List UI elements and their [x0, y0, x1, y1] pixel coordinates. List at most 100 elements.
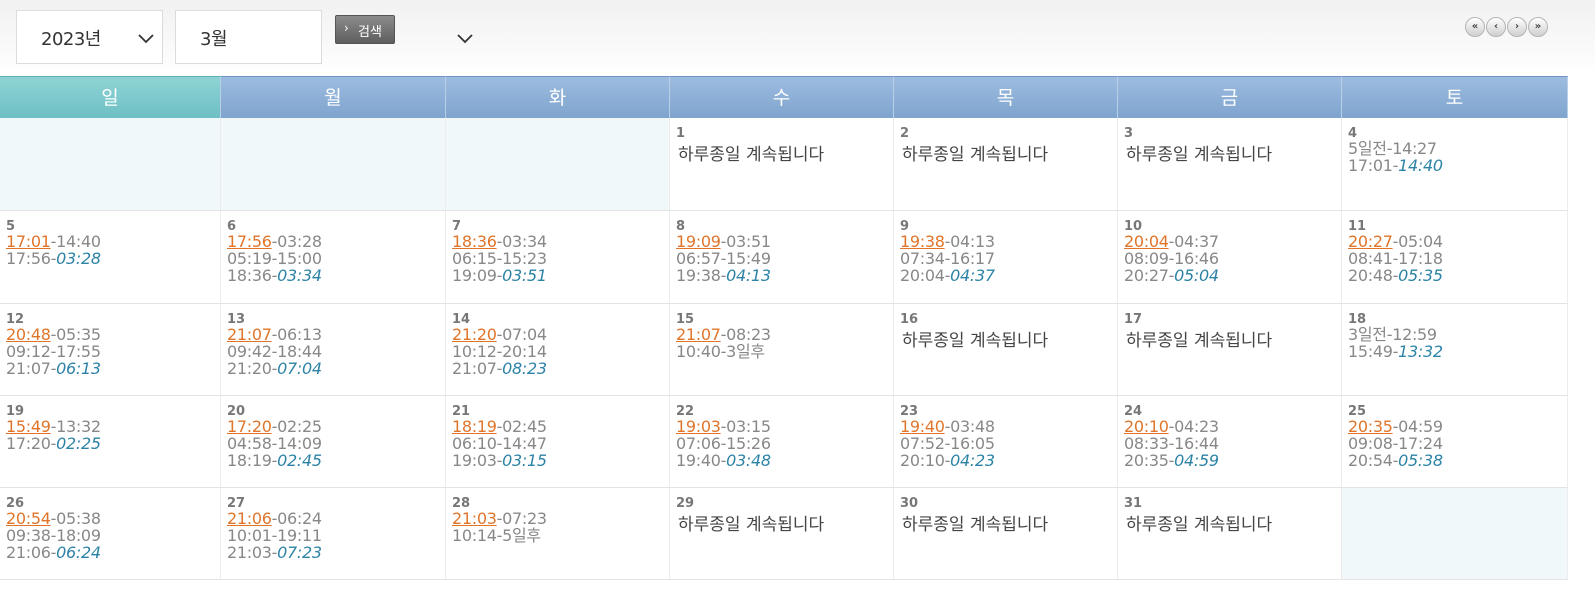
weekday-3: 수	[670, 76, 894, 118]
time-line: 07:06-15:26	[676, 435, 771, 452]
day-cell-14[interactable]: 14 21:20-07:04 10:12-20:14 21:07-08:23	[446, 304, 670, 396]
month-select[interactable]: 3월	[175, 10, 473, 64]
toolbar: 2023년 3월 › 검색 « ‹ › »	[0, 0, 1595, 76]
chevron-right-icon: ›	[344, 21, 349, 35]
day-cell-2[interactable]: 2 하루종일 계속됩니다	[894, 118, 1118, 211]
time-line: 21:06-06:24	[227, 510, 322, 527]
time-line: 21:03-07:23	[452, 510, 547, 527]
day-cell-1[interactable]: 1 하루종일 계속됩니다	[670, 118, 894, 211]
day-cell-17[interactable]: 17 하루종일 계속됩니다	[1118, 304, 1342, 396]
day-cell-18[interactable]: 18 3일전-12:59 15:49-13:32	[1342, 304, 1568, 396]
day-cell-23[interactable]: 23 19:40-03:48 07:52-16:05 20:10-04:23	[894, 396, 1118, 488]
next-time-text: 07:04	[277, 359, 322, 378]
time-line: 07:52-16:05	[900, 435, 995, 452]
day-cell-6[interactable]: 6 17:56-03:28 05:19-15:00 18:36-03:34	[221, 211, 446, 304]
search-button[interactable]: › 검색	[335, 15, 395, 44]
next-time-text: 05:04	[1174, 266, 1219, 285]
time-text: 17:01-	[1348, 156, 1399, 175]
time-line: 21:07-06:13	[6, 360, 101, 377]
weekday-2: 화	[446, 76, 670, 118]
next-month-icon[interactable]: ›	[1507, 17, 1527, 37]
day-cell-25[interactable]: 25 20:35-04:59 09:08-17:24 20:54-05:38	[1342, 396, 1568, 488]
first-page-icon[interactable]: «	[1465, 17, 1485, 37]
day-cell-10[interactable]: 10 20:04-04:37 08:09-16:46 20:27-05:04	[1118, 211, 1342, 304]
day-cell-3[interactable]: 3 하루종일 계속됩니다	[1118, 118, 1342, 211]
time-lines: 20:10-04:23 08:33-16:44 20:35-04:59	[1124, 418, 1219, 469]
next-time-text: 06:13	[56, 359, 101, 378]
search-button-label: 검색	[358, 25, 382, 40]
day-cell-16[interactable]: 16 하루종일 계속됩니다	[894, 304, 1118, 396]
day-number: 30	[900, 496, 919, 511]
chevron-down-icon	[457, 34, 473, 44]
time-line: 5일전-14:27	[1348, 140, 1443, 157]
time-lines: 19:09-03:51 06:57-15:49 19:38-04:13	[676, 233, 771, 284]
day-cell-30[interactable]: 30 하루종일 계속됩니다	[894, 488, 1118, 580]
time-line: 21:07-06:13	[227, 326, 322, 343]
time-lines: 21:06-06:24 10:01-19:11 21:03-07:23	[227, 510, 322, 561]
time-line: 06:15-15:23	[452, 250, 547, 267]
year-select-value: 2023년	[41, 29, 101, 50]
day-cell-19[interactable]: 19 15:49-13:32 17:20-02:25	[0, 396, 221, 488]
time-lines: 15:49-13:32 17:20-02:25	[6, 418, 101, 452]
time-lines: 20:27-05:04 08:41-17:18 20:48-05:35	[1348, 233, 1443, 284]
next-time-text: 14:40	[1398, 156, 1443, 175]
time-lines: 17:56-03:28 05:19-15:00 18:36-03:34	[227, 233, 322, 284]
weekday-4: 목	[894, 76, 1118, 118]
next-time-text: 06:24	[56, 543, 101, 562]
time-line: 05:19-15:00	[227, 250, 322, 267]
day-cell-5[interactable]: 5 17:01-14:40 17:56-03:28	[0, 211, 221, 304]
time-line: 21:07-08:23	[452, 360, 547, 377]
time-line: 19:40-03:48	[676, 452, 771, 469]
time-line: 15:49-13:32	[6, 418, 101, 435]
time-line: 17:01-14:40	[6, 233, 101, 250]
day-cell-7[interactable]: 7 18:36-03:34 06:15-15:23 19:09-03:51	[446, 211, 670, 304]
day-cell-13[interactable]: 13 21:07-06:13 09:42-18:44 21:20-07:04	[221, 304, 446, 396]
day-cell-26[interactable]: 26 20:54-05:38 09:38-18:09 21:06-06:24	[0, 488, 221, 580]
day-cell-15[interactable]: 15 21:07-08:23 10:40-3일후	[670, 304, 894, 396]
next-time-text: 03:28	[56, 249, 101, 268]
time-line: 17:56-03:28	[6, 250, 101, 267]
prev-month-icon[interactable]: ‹	[1486, 17, 1506, 37]
day-cell-12[interactable]: 12 20:48-05:35 09:12-17:55 21:07-06:13	[0, 304, 221, 396]
next-time-text: 13:32	[1398, 342, 1443, 361]
day-cell-8[interactable]: 8 19:09-03:51 06:57-15:49 19:38-04:13	[670, 211, 894, 304]
day-cell-22[interactable]: 22 19:03-03:15 07:06-15:26 19:40-03:48	[670, 396, 894, 488]
time-text: 19:38-	[676, 266, 727, 285]
day-cell-4[interactable]: 4 5일전-14:27 17:01-14:40	[1342, 118, 1568, 211]
time-line: 10:01-19:11	[227, 527, 322, 544]
year-select[interactable]: 2023년	[16, 10, 163, 64]
day-cell-27[interactable]: 27 21:06-06:24 10:01-19:11 21:03-07:23	[221, 488, 446, 580]
time-text: 20:35-	[1124, 451, 1175, 470]
allday-text: 하루종일 계속됩니다	[1126, 331, 1273, 351]
time-lines: 17:01-14:40 17:56-03:28	[6, 233, 101, 267]
time-line: 07:34-16:17	[900, 250, 995, 267]
time-line: 20:10-04:23	[1124, 418, 1219, 435]
time-line: 21:07-08:23	[676, 326, 771, 343]
time-line: 06:57-15:49	[676, 250, 771, 267]
time-line: 08:09-16:46	[1124, 250, 1219, 267]
day-cell-28[interactable]: 28 21:03-07:23 10:14-5일후	[446, 488, 670, 580]
day-cell-9[interactable]: 9 19:38-04:13 07:34-16:17 20:04-04:37	[894, 211, 1118, 304]
day-cell-31[interactable]: 31 하루종일 계속됩니다	[1118, 488, 1342, 580]
time-text: 21:07-	[6, 359, 57, 378]
time-line: 18:36-03:34	[452, 233, 547, 250]
time-text: 21:07-	[452, 359, 503, 378]
time-line: 20:54-05:38	[1348, 452, 1443, 469]
time-line: 20:48-05:35	[1348, 267, 1443, 284]
weekday-0: 일	[0, 76, 221, 118]
last-page-icon[interactable]: »	[1528, 17, 1548, 37]
next-time-text: 04:13	[726, 266, 771, 285]
day-cell-21[interactable]: 21 18:19-02:45 06:10-14:47 19:03-03:15	[446, 396, 670, 488]
time-line: 19:09-03:51	[676, 233, 771, 250]
day-cell-11[interactable]: 11 20:27-05:04 08:41-17:18 20:48-05:35	[1342, 211, 1568, 304]
time-line: 08:41-17:18	[1348, 250, 1443, 267]
time-line: 10:14-5일후	[452, 527, 547, 544]
day-cell-29[interactable]: 29 하루종일 계속됩니다	[670, 488, 894, 580]
time-lines: 18:36-03:34 06:15-15:23 19:09-03:51	[452, 233, 547, 284]
weekday-1: 월	[221, 76, 446, 118]
day-number: 1	[676, 126, 686, 141]
day-cell-24[interactable]: 24 20:10-04:23 08:33-16:44 20:35-04:59	[1118, 396, 1342, 488]
time-line: 20:27-05:04	[1348, 233, 1443, 250]
time-line: 21:03-07:23	[227, 544, 322, 561]
day-cell-20[interactable]: 20 17:20-02:25 04:58-14:09 18:19-02:45	[221, 396, 446, 488]
